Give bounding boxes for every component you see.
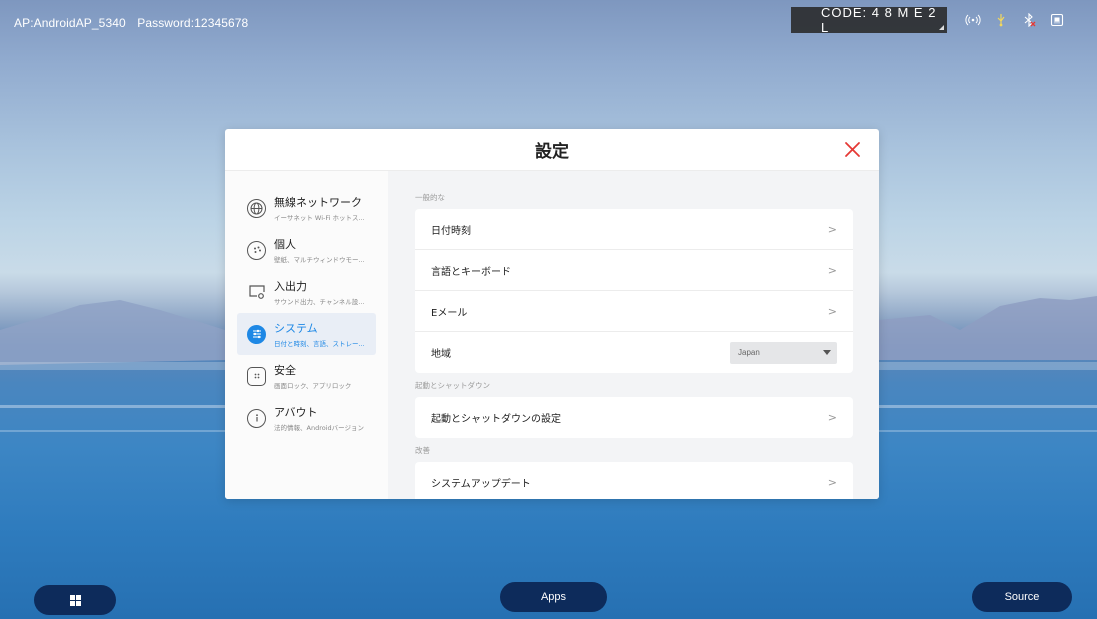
settings-dialog: 設定 無線ネットワーク イーサネット Wi-Fi ホットス... 個人 壁紙、マ… [225,129,879,499]
apps-label: Apps [540,591,567,603]
settings-sidebar: 無線ネットワーク イーサネット Wi-Fi ホットス... 個人 壁紙、マルチウ… [225,171,388,499]
dialog-title: 設定 [535,142,569,162]
sidebar-item-about[interactable]: アバウト 法的情報、Androidバージョン [237,397,376,439]
update-settings-card: システムアップデート > [415,462,853,499]
usb-icon [993,12,1009,28]
hotspot-info: AP:AndroidAP_5340 Password:12345678 [14,16,256,30]
chevron-right-icon: > [827,263,837,277]
hotspot-icon [965,12,981,28]
sidebar-item-sublabel: 法的情報、Androidバージョン [274,424,365,432]
row-label: 日付時刻 [431,225,471,237]
source-button[interactable]: Source [972,582,1072,612]
sidebar-item-security[interactable]: 安全 画面ロック、アプリロック [237,355,376,397]
row-region: 地域 Japan [415,332,853,373]
sidebar-item-sublabel: イーサネット Wi-Fi ホットス... [274,214,365,222]
settings-content: 一般的な 日付時刻 > 言語とキーボード > Eメール > 地域 Japan 起… [388,171,879,499]
network-icon [1049,12,1065,28]
start-menu-button[interactable] [34,585,116,615]
globe-icon [247,198,266,218]
code-text: CODE: 4 8 M E 2 L [821,5,937,35]
lock-icon [247,366,266,386]
chevron-down-icon [823,350,831,355]
row-language-keyboard[interactable]: 言語とキーボード > [415,250,853,291]
sidebar-item-label: 個人 [274,238,296,251]
general-settings-card: 日付時刻 > 言語とキーボード > Eメール > 地域 Japan [415,209,853,373]
region-select[interactable]: Japan [730,341,837,364]
status-icons [965,12,1065,28]
info-icon [247,408,266,428]
dialog-body: 無線ネットワーク イーサネット Wi-Fi ホットス... 個人 壁紙、マルチウ… [225,171,879,499]
close-icon[interactable] [844,141,861,158]
sidebar-item-label: 入出力 [274,280,307,293]
boot-settings-card: 起動とシャットダウンの設定 > [415,397,853,438]
sidebar-item-label: 安全 [274,364,296,377]
row-label: 言語とキーボード [431,266,511,278]
ap-password: Password:12345678 [137,16,249,30]
sidebar-item-system[interactable]: システム 日付と時刻、言語、ストレー... [237,313,376,355]
palette-icon [247,240,266,260]
sidebar-item-label: システム [274,322,318,335]
chevron-right-icon: > [827,476,837,489]
region-value: Japan [738,348,760,357]
sidebar-item-input-output[interactable]: 入出力 サウンド出力、チャンネル設... [237,271,376,313]
display-io-icon [247,283,266,302]
row-system-update[interactable]: システムアップデート > [415,462,853,499]
apps-button[interactable]: Apps [500,582,607,612]
sidebar-item-label: アバウト [274,406,318,419]
ap-name: AP:AndroidAP_5340 [14,16,126,30]
sidebar-item-sublabel: 画面ロック、アプリロック [274,382,352,390]
sidebar-item-wireless-network[interactable]: 無線ネットワーク イーサネット Wi-Fi ホットス... [237,187,376,229]
chevron-right-icon: > [827,411,837,424]
sidebar-item-sublabel: 日付と時刻、言語、ストレー... [274,340,365,348]
row-boot-shutdown-settings[interactable]: 起動とシャットダウンの設定 > [415,397,853,438]
screen-share-code-badge[interactable]: CODE: 4 8 M E 2 L [791,5,947,35]
sidebar-item-sublabel: 壁紙、マルチウィンドウモー... [274,256,365,264]
section-label-update: 改善 [415,446,430,455]
sidebar-item-sublabel: サウンド出力、チャンネル設... [274,298,365,306]
row-label: システムアップデート [431,479,531,490]
chevron-right-icon: > [827,304,837,318]
sidebar-item-personal[interactable]: 個人 壁紙、マルチウィンドウモー... [237,229,376,271]
source-label: Source [1004,591,1040,603]
chevron-right-icon: > [827,222,837,236]
section-label-general: 一般的な [415,193,445,202]
windows-icon [69,594,81,606]
row-label: Eメール [431,307,468,319]
row-date-time[interactable]: 日付時刻 > [415,209,853,250]
row-label: 起動とシャットダウンの設定 [431,414,561,425]
sliders-icon [247,324,266,344]
expand-corner-icon [939,25,944,30]
row-email[interactable]: Eメール > [415,291,853,332]
sidebar-item-label: 無線ネットワーク [274,196,362,209]
row-label: 地域 [431,349,451,360]
bluetooth-icon [1021,12,1037,28]
section-label-boot: 起動とシャットダウン [415,381,490,390]
dialog-header: 設定 [225,129,879,171]
